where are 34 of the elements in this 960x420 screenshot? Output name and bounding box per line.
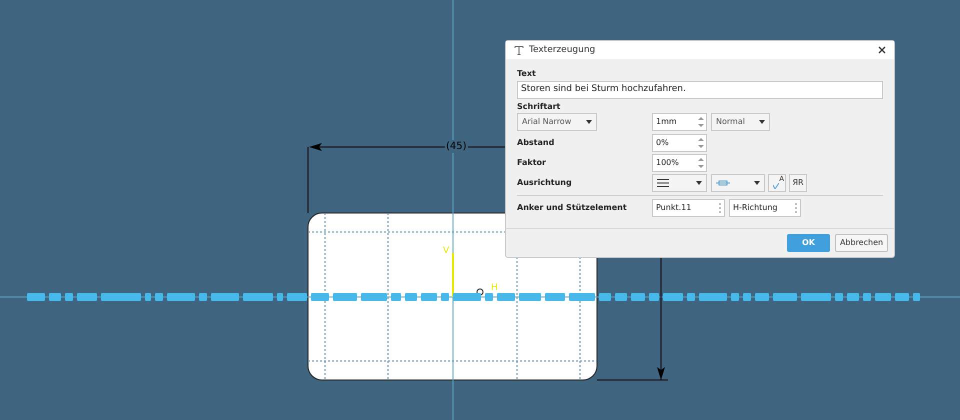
- field-label: Schriftart: [517, 101, 562, 113]
- spin-field[interactable]: 0%: [652, 134, 707, 152]
- field-label: Abstand: [517, 138, 554, 148]
- axis-drawing: [452, 253, 484, 297]
- reference-field[interactable]: Punkt.11: [652, 199, 725, 217]
- axis-label: H: [491, 283, 498, 293]
- axis-label: V: [443, 246, 450, 256]
- spinner-arrows-icon[interactable]: [696, 115, 706, 129]
- text-area[interactable]: Storen sind bei Sturm hochzufahren.: [517, 81, 883, 99]
- text-icon: [514, 45, 524, 55]
- check-mark-icon: [773, 183, 780, 189]
- caret-icon: [586, 120, 592, 124]
- spin-field[interactable]: 100%: [652, 154, 707, 172]
- close-icon[interactable]: [878, 46, 886, 54]
- caret-icon: [696, 181, 702, 185]
- frame-shape-icon: [716, 180, 730, 186]
- field-label: Anker und Stützelement: [517, 203, 627, 213]
- window-title: Texterzeugung: [529, 45, 596, 55]
- mirror-text-button[interactable]: ЯR: [789, 174, 807, 192]
- align-lines-icon: [657, 179, 669, 187]
- cancel-button[interactable]: Abbrechen: [835, 234, 888, 252]
- caret-icon: [754, 181, 760, 185]
- caret-icon: [759, 120, 765, 124]
- reference-field[interactable]: H-Richtung: [729, 199, 801, 217]
- spinner-arrows-icon[interactable]: [696, 136, 706, 150]
- style-dropdown[interactable]: Normal: [711, 113, 770, 131]
- field-label: Text: [517, 68, 537, 79]
- field-label: Faktor: [517, 158, 546, 168]
- font-dropdown[interactable]: Arial Narrow: [517, 113, 597, 131]
- spin-field[interactable]: 1mm: [652, 113, 707, 131]
- field-label: Ausrichtung: [517, 178, 572, 188]
- dimension-label: (45): [445, 140, 468, 153]
- spinner-arrows-icon[interactable]: [696, 156, 706, 170]
- alignment-dropdown[interactable]: [652, 174, 707, 192]
